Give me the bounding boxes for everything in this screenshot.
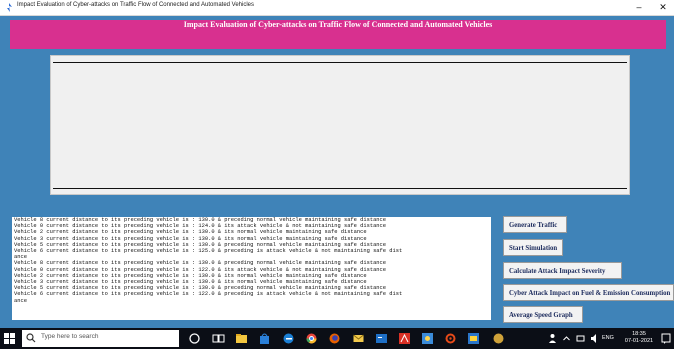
network-icon[interactable] — [576, 332, 585, 345]
settings-icon[interactable] — [444, 332, 457, 345]
log-textarea[interactable]: Vehicle 8 current distance to its preced… — [12, 217, 491, 320]
edge-icon[interactable] — [282, 332, 295, 345]
volume-icon[interactable] — [590, 332, 600, 345]
language-indicator[interactable]: ENG — [602, 335, 614, 342]
file-explorer-icon[interactable] — [235, 332, 248, 345]
app-icon — [7, 3, 12, 12]
notification-icon[interactable] — [661, 332, 671, 345]
page-title: Impact Evaluation of Cyber-attacks on Tr… — [183, 20, 493, 29]
mail-icon[interactable] — [352, 332, 365, 345]
taskbar-search[interactable]: Type here to search — [22, 330, 179, 347]
app-shortcut-icon[interactable] — [492, 332, 505, 345]
header-banner: Impact Evaluation of Cyber-attacks on Tr… — [10, 20, 666, 49]
fuel-emission-button[interactable]: Cyber Attack Impact on Fuel & Emission C… — [503, 284, 674, 301]
road-bottom-line — [53, 188, 627, 189]
clock-date: 07-01-2021 — [624, 338, 654, 344]
chevron-up-icon[interactable] — [562, 332, 571, 345]
terminal-icon[interactable] — [375, 332, 388, 345]
windows-start-icon[interactable] — [4, 333, 15, 344]
simulation-canvas[interactable] — [50, 55, 630, 195]
window-title: Impact Evaluation of Cyber-attacks on Tr… — [17, 2, 255, 8]
firefox-icon[interactable] — [328, 332, 341, 345]
close-button[interactable]: ✕ — [656, 1, 670, 13]
average-speed-graph-button[interactable]: Average Speed Graph — [503, 306, 583, 323]
cortana-icon[interactable] — [188, 332, 201, 345]
search-icon — [26, 333, 36, 343]
store-icon[interactable] — [258, 332, 271, 345]
python-icon[interactable] — [467, 332, 480, 345]
generate-traffic-button[interactable]: Generate Traffic — [503, 216, 567, 233]
search-placeholder: Type here to search — [41, 333, 99, 340]
window-titlebar: Impact Evaluation of Cyber-attacks on Tr… — [0, 0, 674, 16]
taskbar: Type here to search ENG 18:35 07-01-2021 — [0, 328, 674, 349]
people-icon[interactable] — [548, 332, 557, 345]
chrome-icon[interactable] — [305, 332, 318, 345]
calculate-severity-button[interactable]: Calculate Attack Impact Severity — [503, 262, 622, 279]
log-line: ance — [14, 297, 27, 304]
clock-time: 18:35 — [632, 331, 646, 337]
task-view-icon[interactable] — [212, 332, 225, 345]
minimize-button[interactable]: – — [632, 1, 646, 13]
paint-icon[interactable] — [421, 332, 434, 345]
acrobat-icon[interactable] — [398, 332, 411, 345]
start-simulation-button[interactable]: Start Simulation — [503, 239, 563, 256]
clock[interactable]: 18:35 07-01-2021 — [622, 331, 656, 345]
road-top-line — [53, 62, 627, 63]
